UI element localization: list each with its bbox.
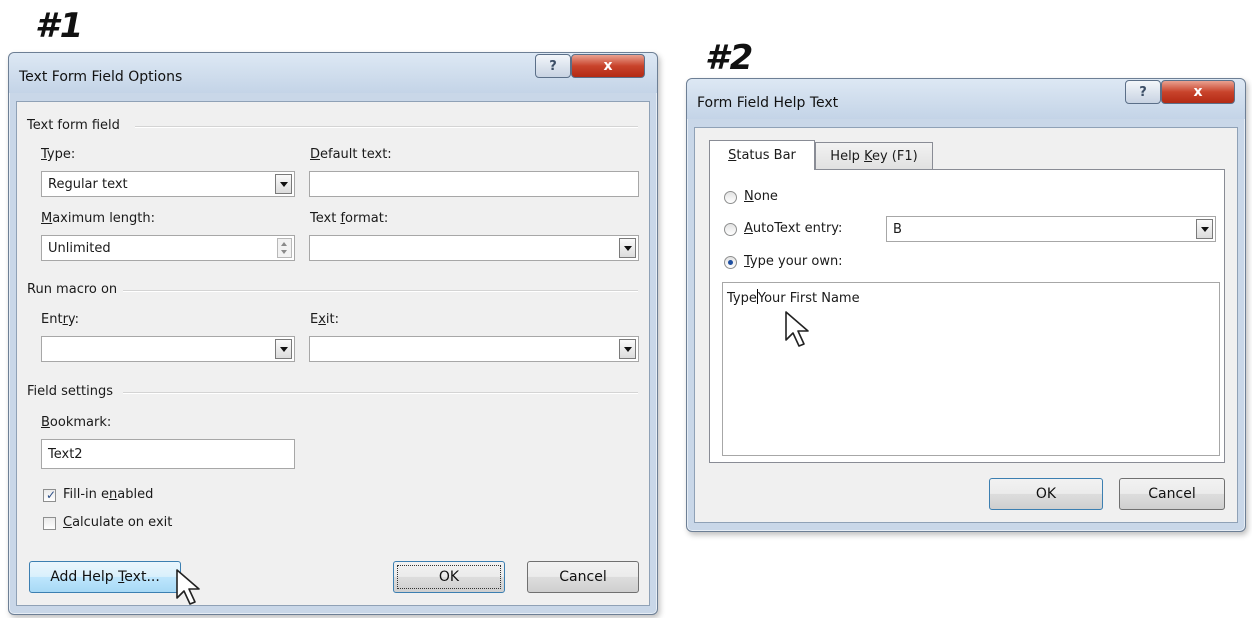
bookmark-input[interactable]: Text2 [41,439,295,469]
mouse-pointer-icon [176,569,200,605]
calculate-on-exit-checkbox[interactable] [43,517,56,530]
fill-in-enabled-checkbox[interactable]: ✓ [43,488,57,502]
tab-status-bar[interactable]: Status Bar [709,140,815,170]
ok-button[interactable]: OK [989,478,1103,510]
help-button[interactable]: ? [1125,80,1161,104]
exit-dropdown[interactable] [309,336,639,362]
ok-label: OK [1035,486,1057,502]
max-length-input[interactable]: Unlimited [41,235,295,261]
dropdown-arrow-icon[interactable] [619,238,636,258]
radio-type-your-own-label: Type your own: [744,254,843,269]
radio-none[interactable] [724,191,737,204]
type-dropdown[interactable]: Regular text [41,171,295,197]
dropdown-arrow-icon[interactable] [619,339,636,359]
dialog-titlebar: Form Field Help Text ? x [687,79,1245,119]
help-icon: ? [1139,84,1147,100]
section-divider [123,392,638,394]
add-help-text-button[interactable]: Add Help Text... [29,561,181,593]
entry-label: Entry: [41,312,80,327]
section-divider [135,126,638,128]
dialog-body: Text form field Type: Regular text Defau… [16,101,650,606]
text-format-label: Text format: [310,211,389,226]
autotext-dropdown[interactable]: B [886,216,1216,242]
type-value: Regular text [48,177,128,192]
radio-selected-dot [728,260,733,265]
tab-help-key[interactable]: Help Key (F1) [815,142,933,170]
fill-in-enabled-label: Fill-in enabled [63,487,154,502]
help-icon: ? [549,58,557,74]
max-length-label: Maximum length: [41,211,156,226]
autotext-value: B [893,222,902,237]
status-bar-panel: None AutoText entry: B Type your own: Ty… [709,169,1225,463]
close-icon: x [603,58,613,74]
mouse-pointer-icon [785,311,809,347]
default-text-label: Default text: [310,147,392,162]
dialog-body: Status Bar Help Key (F1) None AutoText e… [694,127,1238,523]
radio-autotext[interactable] [724,223,737,236]
text-format-dropdown[interactable] [309,235,639,261]
help-text-after-caret: Your First Name [757,291,860,306]
step-label-2: #2 [705,38,755,78]
add-help-text-label: Add Help Text... [50,569,160,585]
section-field-settings: Field settings [27,384,113,399]
section-text-form-field: Text form field [27,118,120,133]
ok-button[interactable]: OK [393,561,505,593]
exit-label: Exit: [310,312,340,327]
radio-none-label: None [744,189,778,204]
close-button[interactable]: x [571,54,645,78]
radio-autotext-label: AutoText entry: [744,221,843,236]
bookmark-value: Text2 [48,447,83,462]
entry-dropdown[interactable] [41,336,295,362]
section-run-macro: Run macro on [27,282,118,297]
cancel-button[interactable]: Cancel [527,561,639,593]
dialog-title: Form Field Help Text [697,95,839,111]
tab-status-bar-label: Status Bar [728,148,796,163]
tab-help-key-label: Help Key (F1) [830,149,918,164]
cancel-button[interactable]: Cancel [1119,478,1225,510]
cancel-label: Cancel [559,569,607,585]
default-text-input[interactable] [309,171,639,197]
section-divider [123,290,638,292]
help-button[interactable]: ? [535,54,571,78]
cancel-label: Cancel [1148,486,1196,502]
calculate-on-exit-label: Calculate on exit [63,515,173,530]
text-form-field-options-dialog: Text Form Field Options ? x Text form fi… [8,52,658,615]
step-label-1: #1 [35,6,85,46]
type-label: Type: [41,147,76,162]
bookmark-label: Bookmark: [41,415,112,430]
max-length-value: Unlimited [48,241,111,256]
dialog-title: Text Form Field Options [19,69,183,85]
form-field-help-text-dialog: Form Field Help Text ? x Status Bar Help… [686,78,1246,532]
close-icon: x [1193,84,1203,100]
close-button[interactable]: x [1161,80,1235,104]
spinner-icon[interactable] [277,238,292,258]
help-text-area[interactable]: TypeYour First Name [722,282,1220,456]
radio-type-your-own[interactable] [724,256,737,269]
dialog-titlebar: Text Form Field Options ? x [9,53,657,93]
dropdown-arrow-icon[interactable] [275,339,292,359]
dropdown-arrow-icon[interactable] [275,174,292,194]
checkmark-icon: ✓ [46,488,57,502]
dropdown-arrow-icon[interactable] [1196,219,1213,239]
help-text-before-caret: Type [727,291,757,306]
